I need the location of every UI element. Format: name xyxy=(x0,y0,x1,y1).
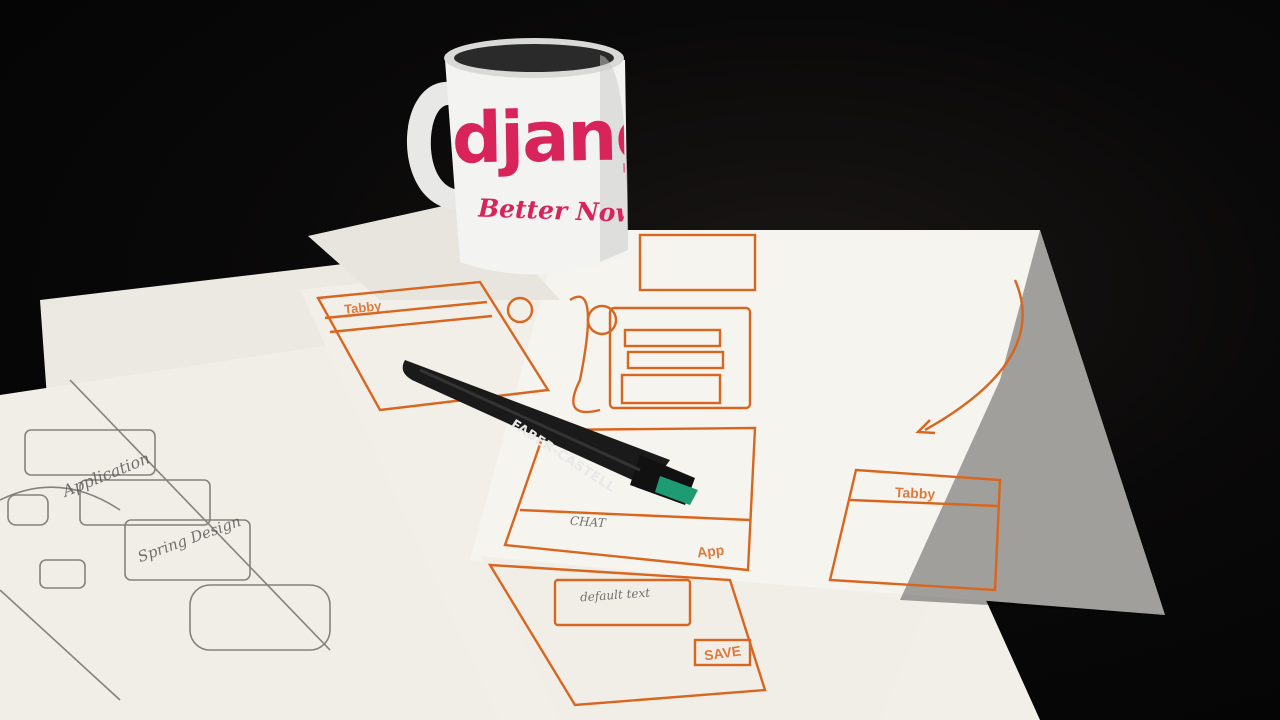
sketch-app-label: App xyxy=(696,541,725,561)
sketch-tabby-right: Tabby xyxy=(894,483,936,503)
mug-opening xyxy=(454,44,614,72)
mug-slogan: Better Now Th xyxy=(477,193,625,228)
sketch-chat-label: CHAT xyxy=(569,513,607,531)
mug-logo: django xyxy=(451,94,625,180)
photo-scene: django Better Now Th FABER-CASTELL SAVE … xyxy=(0,0,1280,720)
scene-drawing xyxy=(0,38,1165,720)
